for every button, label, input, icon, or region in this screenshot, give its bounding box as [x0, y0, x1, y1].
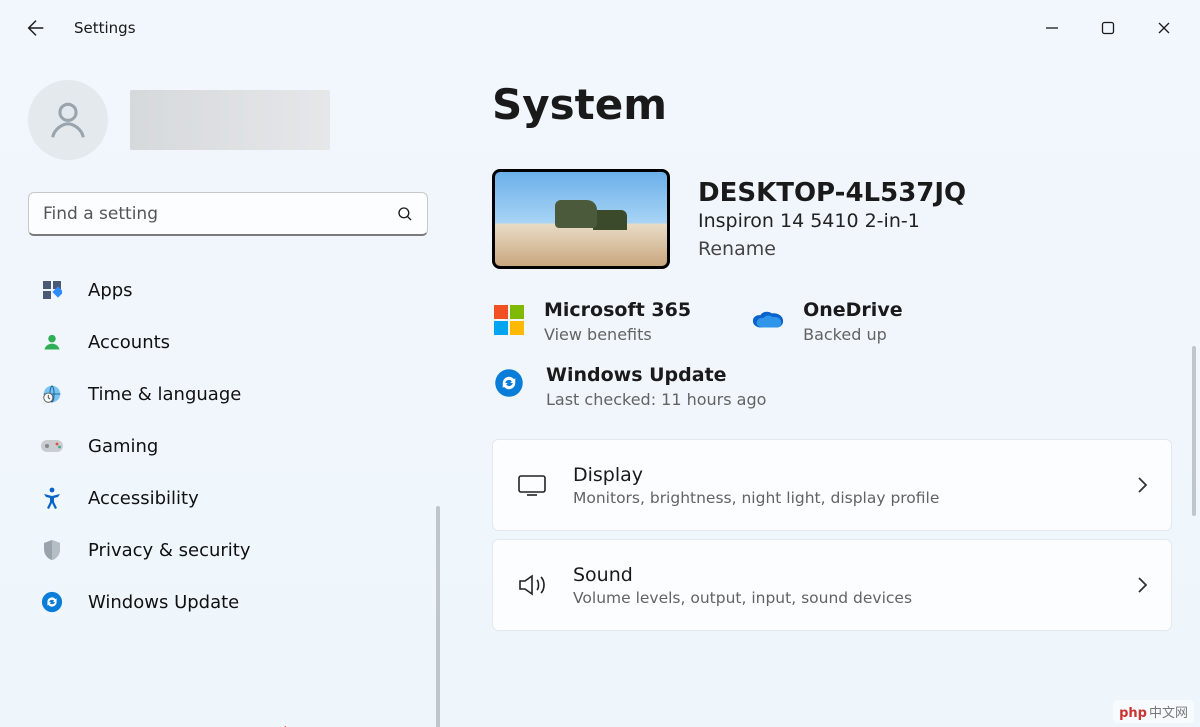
window-controls — [1024, 8, 1192, 48]
sidebar-item-windows-update[interactable]: Windows Update — [28, 578, 428, 626]
profile-block[interactable] — [28, 80, 428, 160]
tile-subtitle: View benefits — [544, 325, 691, 344]
setting-title: Display — [573, 464, 939, 486]
window-title: Settings — [74, 19, 136, 37]
avatar — [28, 80, 108, 160]
tile-title: OneDrive — [803, 299, 903, 321]
chevron-right-icon — [1135, 475, 1149, 495]
sidebar: Apps Accounts Time & language Gaming — [0, 56, 440, 727]
device-block: DESKTOP-4L537JQ Inspiron 14 5410 2-in-1 … — [492, 169, 1176, 269]
person-icon — [45, 97, 91, 143]
sidebar-item-label: Apps — [88, 280, 133, 301]
device-thumbnail — [492, 169, 670, 269]
minimize-button[interactable] — [1024, 8, 1080, 48]
setting-row-sound[interactable]: Sound Volume levels, output, input, soun… — [492, 539, 1172, 631]
device-model: Inspiron 14 5410 2-in-1 — [698, 210, 966, 232]
sidebar-item-label: Accounts — [88, 332, 170, 353]
tile-subtitle: Backed up — [803, 325, 903, 344]
tile-windows-update[interactable]: Windows Update Last checked: 11 hours ag… — [492, 364, 1176, 409]
tile-onedrive[interactable]: OneDrive Backed up — [751, 299, 903, 344]
sidebar-item-accessibility[interactable]: Accessibility — [28, 474, 428, 522]
tile-subtitle: Last checked: 11 hours ago — [546, 390, 766, 409]
arrow-left-icon — [25, 17, 47, 39]
sidebar-item-accounts[interactable]: Accounts — [28, 318, 428, 366]
sidebar-item-gaming[interactable]: Gaming — [28, 422, 428, 470]
shield-icon — [40, 538, 64, 562]
search-input[interactable] — [28, 192, 428, 236]
setting-subtitle: Volume levels, output, input, sound devi… — [573, 589, 912, 607]
sidebar-item-label: Time & language — [88, 384, 241, 405]
sidebar-item-label: Accessibility — [88, 488, 199, 509]
watermark: php中文网 — [1113, 700, 1194, 723]
gaming-icon — [40, 434, 64, 458]
maximize-icon — [1101, 21, 1115, 35]
main-scrollbar[interactable] — [1192, 346, 1196, 516]
tile-title: Windows Update — [546, 364, 766, 386]
display-icon — [515, 468, 549, 502]
sync-icon — [492, 366, 526, 400]
device-name: DESKTOP-4L537JQ — [698, 178, 966, 208]
accessibility-icon — [40, 486, 64, 510]
sidebar-item-time-language[interactable]: Time & language — [28, 370, 428, 418]
windows-update-icon — [40, 590, 64, 614]
sound-icon — [515, 568, 549, 602]
chevron-right-icon — [1135, 575, 1149, 595]
time-language-icon — [40, 382, 64, 406]
page-title: System — [492, 80, 1176, 129]
close-icon — [1157, 21, 1171, 35]
title-bar: Settings — [0, 0, 1200, 56]
sidebar-item-label: Windows Update — [88, 592, 239, 613]
rename-link[interactable]: Rename — [698, 238, 966, 260]
accounts-icon — [40, 330, 64, 354]
search-wrap — [28, 192, 428, 236]
sidebar-item-privacy[interactable]: Privacy & security — [28, 526, 428, 574]
microsoft-logo-icon — [492, 303, 526, 337]
apps-icon — [40, 278, 64, 302]
search-icon — [396, 205, 414, 223]
sidebar-item-label: Gaming — [88, 436, 158, 457]
main-content: System DESKTOP-4L537JQ Inspiron 14 5410 … — [440, 56, 1200, 727]
onedrive-icon — [751, 303, 785, 337]
back-button[interactable] — [16, 8, 56, 48]
close-button[interactable] — [1136, 8, 1192, 48]
maximize-button[interactable] — [1080, 8, 1136, 48]
setting-title: Sound — [573, 564, 912, 586]
username-placeholder — [130, 90, 330, 150]
sidebar-item-label: Privacy & security — [88, 540, 251, 561]
sidebar-item-apps[interactable]: Apps — [28, 266, 428, 314]
minimize-icon — [1045, 21, 1059, 35]
setting-row-display[interactable]: Display Monitors, brightness, night ligh… — [492, 439, 1172, 531]
nav-list: Apps Accounts Time & language Gaming — [28, 266, 428, 626]
tile-title: Microsoft 365 — [544, 299, 691, 321]
tile-microsoft-365[interactable]: Microsoft 365 View benefits — [492, 299, 691, 344]
setting-subtitle: Monitors, brightness, night light, displ… — [573, 489, 939, 507]
